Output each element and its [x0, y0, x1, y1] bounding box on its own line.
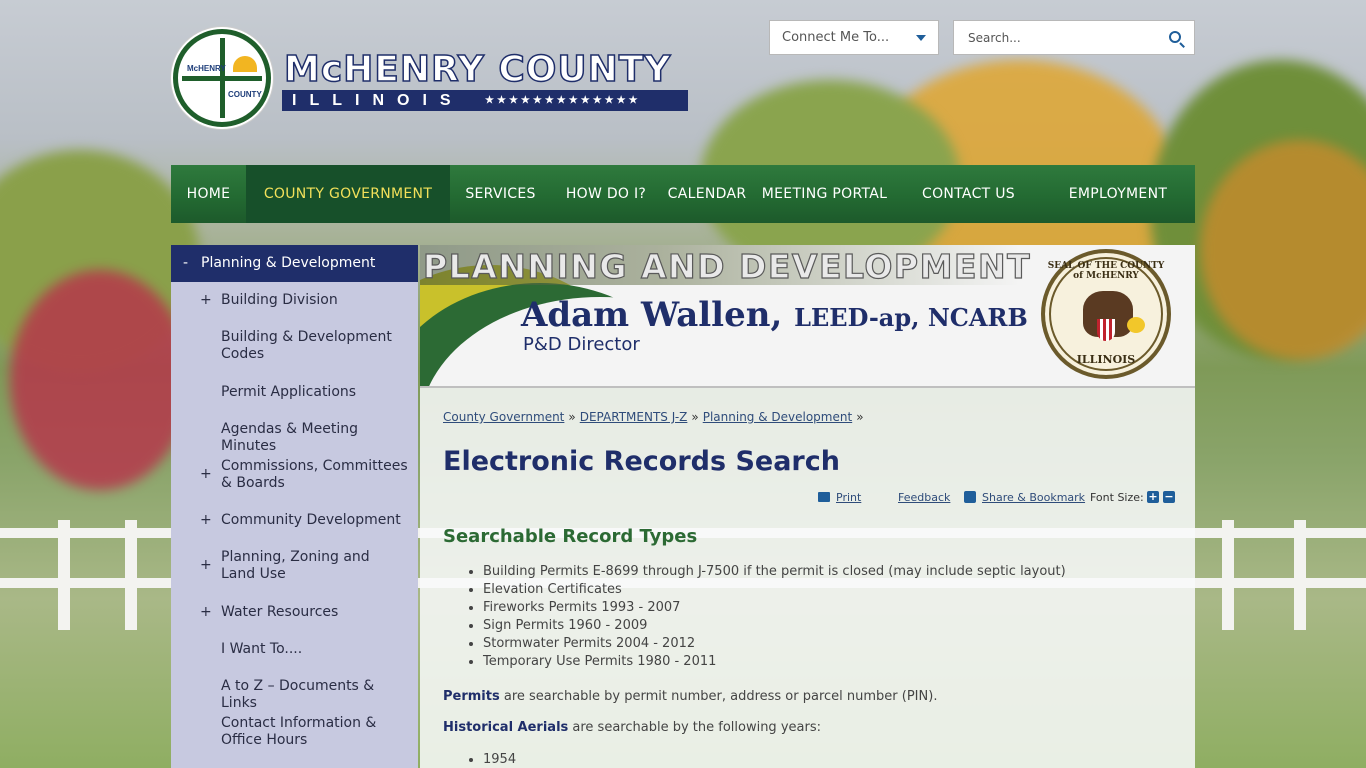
- sidebar-item-planning-zoning[interactable]: + Planning, Zoning and Land Use: [171, 549, 418, 583]
- sidebar-item-building-division[interactable]: + Building Division: [171, 292, 418, 309]
- expand-icon[interactable]: +: [200, 292, 212, 309]
- print-link[interactable]: Print: [836, 491, 861, 504]
- director-name: Adam Wallen, LEED-ap, NCARB: [521, 295, 1028, 335]
- nav-item-contact-us[interactable]: CONTACT US: [896, 165, 1041, 223]
- sidebar-item-a-to-z[interactable]: A to Z – Documents & Links: [171, 678, 418, 712]
- record-types-list: Building Permits E-8699 through J-7500 i…: [483, 563, 1066, 671]
- share-bookmark-link[interactable]: Share & Bookmark: [982, 491, 1085, 504]
- director-credentials: LEED-ap, NCARB: [794, 303, 1028, 332]
- sidebar-item-building-codes[interactable]: Building & Development Codes: [171, 329, 418, 363]
- permits-paragraph: Permits are searchable by permit number,…: [443, 689, 937, 704]
- aerial-years-list: 1954: [483, 751, 516, 768]
- director-role: P&D Director: [523, 334, 640, 355]
- expand-icon[interactable]: +: [200, 466, 212, 483]
- county-seal-icon: SEAL OF THE COUNTY of McHENRY ILLINOIS: [1041, 249, 1171, 379]
- county-logo-icon[interactable]: McHENRY COUNTY: [173, 29, 271, 127]
- font-decrease-icon[interactable]: −: [1163, 491, 1175, 503]
- site-logo-subtitle: ILLINOIS ★★★★★★★★★★★★★: [282, 90, 688, 111]
- department-banner: PLANNING AND DEVELOPMENT Adam Wallen, LE…: [420, 245, 1195, 388]
- nav-item-services[interactable]: SERVICES: [450, 165, 551, 223]
- main-content: PLANNING AND DEVELOPMENT Adam Wallen, LE…: [420, 245, 1195, 768]
- expand-icon[interactable]: +: [200, 604, 212, 621]
- site-logo-title[interactable]: McHENRY COUNTY: [283, 49, 671, 91]
- section-title: Searchable Record Types: [443, 526, 698, 547]
- breadcrumb-county-government[interactable]: County Government: [443, 410, 564, 424]
- logo-seal-bottom-text: COUNTY: [228, 90, 262, 99]
- director-name-text: Adam Wallen,: [521, 295, 783, 335]
- list-item: Building Permits E-8699 through J-7500 i…: [483, 563, 1066, 581]
- connect-dropdown-label: Connect Me To...: [782, 30, 890, 45]
- expand-icon[interactable]: +: [200, 512, 212, 529]
- star-icons: ★★★★★★★★★★★★★: [485, 95, 641, 107]
- print-icon[interactable]: [818, 492, 830, 502]
- search-input[interactable]: [954, 21, 1154, 54]
- sidebar-item-label: Agendas & Meeting Minutes: [221, 421, 358, 454]
- breadcrumb-planning[interactable]: Planning & Development: [703, 410, 852, 424]
- breadcrumb: County Government» DEPARTMENTS J-Z» Planni…: [443, 410, 864, 424]
- nav-item-employment[interactable]: EMPLOYMENT: [1041, 165, 1195, 223]
- list-item: 1954: [483, 751, 516, 768]
- aerials-paragraph: Historical Aerials are searchable by the…: [443, 720, 821, 735]
- nav-item-county-government[interactable]: COUNTY GOVERNMENT: [246, 165, 450, 223]
- banner-title: PLANNING AND DEVELOPMENT: [422, 246, 1032, 286]
- permits-text: are searchable by permit number, address…: [499, 689, 938, 704]
- aerials-bold: Historical Aerials: [443, 720, 569, 735]
- sidebar-item-label: A to Z – Documents & Links: [221, 678, 375, 711]
- breadcrumb-departments[interactable]: DEPARTMENTS J-Z: [580, 410, 688, 424]
- sidebar: - Planning & Development + Building Divisi…: [171, 245, 418, 768]
- logo-subtitle-text: ILLINOIS: [292, 92, 464, 109]
- sun-icon: [1127, 317, 1145, 333]
- expand-icon[interactable]: +: [200, 557, 212, 574]
- chevron-down-icon: [916, 35, 926, 41]
- nav-item-meeting-portal[interactable]: MEETING PORTAL: [753, 165, 896, 223]
- sidebar-item-label: Water Resources: [221, 604, 339, 620]
- sidebar-item-label: Contact Information & Office Hours: [221, 715, 377, 748]
- list-item: Elevation Certificates: [483, 581, 1066, 599]
- sidebar-item-label: Permit Applications: [221, 384, 357, 400]
- feedback-link[interactable]: Feedback: [898, 491, 950, 504]
- search-box: [953, 20, 1195, 55]
- sidebar-item-label: Commissions, Committees & Boards: [221, 458, 408, 491]
- sidebar-item-water-resources[interactable]: + Water Resources: [171, 604, 418, 621]
- seal-top-text: SEAL OF THE COUNTY of McHENRY: [1047, 261, 1165, 281]
- collapse-icon[interactable]: -: [183, 245, 201, 282]
- list-item: Temporary Use Permits 1980 - 2011: [483, 653, 1066, 671]
- shield-icon: [1097, 319, 1115, 341]
- nav-item-how-do-i[interactable]: HOW DO I?: [551, 165, 661, 223]
- sidebar-item-permit-applications[interactable]: Permit Applications: [171, 384, 418, 401]
- sidebar-item-community-development[interactable]: + Community Development: [171, 512, 418, 529]
- share-icon[interactable]: [964, 491, 976, 503]
- aerials-text: are searchable by the following years:: [568, 720, 821, 735]
- sidebar-item-label: Building Division: [221, 292, 338, 308]
- list-item: Sign Permits 1960 - 2009: [483, 617, 1066, 635]
- sidebar-item-i-want-to[interactable]: I Want To....: [171, 641, 418, 658]
- logo-seal-top-text: McHENRY: [187, 64, 226, 73]
- font-size-label: Font Size:: [1090, 491, 1144, 504]
- sidebar-header[interactable]: - Planning & Development: [171, 245, 418, 282]
- sidebar-item-contact-info[interactable]: Contact Information & Office Hours: [171, 715, 418, 749]
- sidebar-item-agendas[interactable]: Agendas & Meeting Minutes: [171, 421, 418, 455]
- sidebar-header-label: Planning & Development: [201, 255, 376, 271]
- main-navigation: HOME COUNTY GOVERNMENT SERVICES HOW DO I…: [171, 165, 1195, 223]
- nav-item-home[interactable]: HOME: [171, 165, 246, 223]
- sidebar-item-label: I Want To....: [221, 641, 303, 657]
- list-item: Fireworks Permits 1993 - 2007: [483, 599, 1066, 617]
- search-icon[interactable]: [1169, 31, 1181, 43]
- sidebar-item-commissions[interactable]: + Commissions, Committees & Boards: [171, 458, 418, 492]
- sidebar-item-label: Community Development: [221, 512, 401, 528]
- list-item: Stormwater Permits 2004 - 2012: [483, 635, 1066, 653]
- permits-bold: Permits: [443, 689, 500, 704]
- connect-me-to-dropdown[interactable]: Connect Me To...: [769, 20, 939, 55]
- sidebar-item-label: Building & Development Codes: [221, 329, 392, 362]
- font-increase-icon[interactable]: +: [1147, 491, 1159, 503]
- sidebar-item-label: Planning, Zoning and Land Use: [221, 549, 370, 582]
- page-wrapper: McHENRY COUNTY McHENRY COUNTY ILLINOIS ★…: [171, 0, 1195, 768]
- page-title: Electronic Records Search: [443, 446, 840, 477]
- nav-item-calendar[interactable]: CALENDAR: [661, 165, 753, 223]
- seal-bottom-text: ILLINOIS: [1076, 353, 1136, 366]
